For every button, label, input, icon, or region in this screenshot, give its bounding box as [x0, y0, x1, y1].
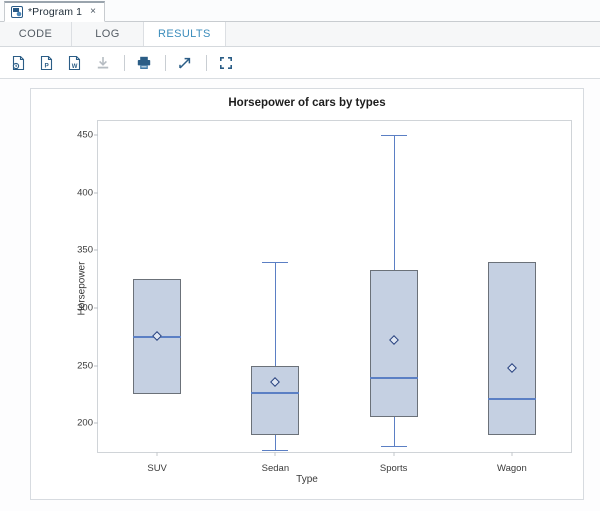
- y-axis-tick-label: 400: [77, 187, 93, 198]
- y-axis-tick-mark: [94, 192, 98, 193]
- results-content-area: Horsepower of cars by types Horsepower T…: [0, 79, 600, 511]
- y-axis-tick-mark: [94, 365, 98, 366]
- box-iqr: [251, 365, 300, 435]
- lower-whisker-cap: [262, 449, 289, 451]
- lower-whisker-cap: [380, 446, 407, 448]
- y-axis-tick-label: 200: [77, 417, 93, 429]
- results-toolbar: P W: [0, 47, 600, 79]
- open-in-new-window-icon[interactable]: [172, 50, 198, 76]
- y-axis-tick-label: 300: [77, 302, 93, 314]
- export-word-icon[interactable]: W: [62, 50, 88, 76]
- tab-results[interactable]: RESULTS: [144, 22, 226, 46]
- sas-studio-window: *Program 1 × CODE LOG RESULTS P W Horsep…: [0, 0, 600, 511]
- plot-area: 200 250 300 350 400 450 SUV Sedan Sports Wagon: [77, 120, 572, 474]
- x-axis-tick-mark: [393, 452, 395, 456]
- toolbar-separator-1: [124, 54, 125, 71]
- svg-text:W: W: [72, 63, 78, 69]
- median-line: [487, 397, 536, 400]
- result-view-tabs: CODE LOG RESULTS: [0, 22, 600, 47]
- print-icon[interactable]: [131, 50, 157, 76]
- tab-code[interactable]: CODE: [0, 22, 72, 46]
- y-axis-tick-mark: [94, 249, 98, 251]
- x-axis-tick-label: Wagon: [497, 463, 527, 474]
- program-tab-label: *Program 1: [28, 6, 83, 18]
- x-axis-tick-mark: [511, 452, 513, 456]
- toolbar-separator-3: [206, 54, 207, 71]
- y-axis-tick-label: 450: [77, 129, 93, 141]
- median-line: [369, 377, 418, 380]
- close-icon[interactable]: ×: [87, 7, 96, 17]
- x-axis-title: Type: [296, 474, 318, 485]
- x-axis-tick-label: Sports: [379, 463, 408, 474]
- x-axis-tick-mark: [156, 452, 158, 456]
- box-iqr: [487, 261, 536, 435]
- median-line: [251, 392, 300, 395]
- maximize-view-icon[interactable]: [213, 50, 239, 76]
- boxplot-series-wagon: [487, 121, 536, 452]
- upper-whisker: [275, 261, 277, 366]
- tab-log[interactable]: LOG: [72, 22, 144, 46]
- export-html-icon[interactable]: [6, 50, 32, 76]
- upper-whisker-cap: [380, 134, 407, 136]
- boxplot-series-sedan: [251, 121, 300, 452]
- y-axis-tick-mark: [94, 307, 98, 309]
- boxplot-series-sports: [369, 121, 418, 452]
- boxplot-chart: Horsepower of cars by types Horsepower T…: [30, 88, 584, 500]
- boxplot-series-suv: [133, 121, 182, 452]
- y-axis-tick-mark: [94, 422, 98, 424]
- program-tab-strip: *Program 1 ×: [0, 0, 600, 22]
- lower-whisker: [275, 434, 277, 450]
- y-axis-tick-label: 250: [77, 360, 93, 371]
- tab-log-label: LOG: [95, 28, 120, 40]
- x-axis-tick-label: SUV: [147, 463, 167, 474]
- tab-results-label: RESULTS: [158, 28, 211, 40]
- upper-whisker-cap: [262, 261, 289, 263]
- svg-text:P: P: [44, 62, 49, 69]
- export-pdf-icon[interactable]: P: [34, 50, 60, 76]
- x-axis-tick-label: Sedan: [261, 463, 290, 474]
- lower-whisker: [393, 417, 395, 447]
- program-tab[interactable]: *Program 1 ×: [4, 1, 105, 22]
- chart-title: Horsepower of cars by types: [228, 97, 386, 109]
- sas-program-icon: [11, 6, 23, 18]
- x-axis-tick-mark: [274, 452, 276, 456]
- y-axis-tick-mark: [94, 134, 98, 136]
- tab-code-label: CODE: [18, 28, 53, 40]
- y-axis-tick-label: 350: [77, 244, 93, 256]
- toolbar-separator-2: [165, 54, 166, 71]
- download-icon[interactable]: [90, 50, 116, 76]
- upper-whisker: [393, 134, 395, 270]
